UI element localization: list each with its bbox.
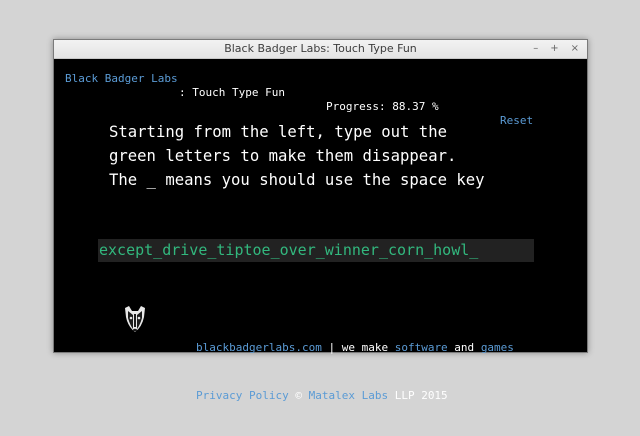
window-title: Black Badger Labs: Touch Type Fun (224, 42, 417, 55)
company-link[interactable]: Matalex Labs (309, 389, 388, 402)
footer: blackbadgerlabs.com | we make software a… (196, 308, 514, 436)
close-button[interactable]: × (571, 40, 579, 58)
instruction-line: The _ means you should use the space key (109, 171, 485, 189)
instructions: Starting from the left, type out the gre… (109, 120, 539, 192)
instruction-line: green letters to make them disappear. (109, 147, 457, 165)
privacy-policy-link[interactable]: Privacy Policy (196, 389, 289, 402)
window-controls: – + × (533, 40, 579, 58)
site-link[interactable]: blackbadgerlabs.com (196, 341, 322, 354)
maximize-button[interactable]: + (550, 40, 558, 58)
and-text: and (447, 341, 481, 354)
progress-readout: Progress: 88.37 % (326, 100, 439, 113)
instruction-line: Starting from the left, type out the (109, 123, 447, 141)
footer-line-2: Privacy Policy © Matalex Labs LLP 2015 (196, 388, 514, 404)
top-bar: Black Badger Labs : Touch Type Fun Progr… (54, 58, 587, 127)
footer-line-1: blackbadgerlabs.com | we make software a… (196, 340, 514, 356)
tagline-text: | we make (321, 341, 395, 354)
app-name: : Touch Type Fun (179, 86, 285, 99)
copyright-symbol: © (288, 389, 309, 402)
typing-area[interactable]: except_drive_tiptoe_over_winner_corn_how… (98, 239, 534, 262)
badger-logo-icon (125, 306, 145, 332)
company-suffix: LLP 2015 (388, 389, 448, 402)
window-titlebar[interactable]: Black Badger Labs: Touch Type Fun – + × (54, 40, 587, 59)
software-link[interactable]: software (395, 341, 448, 354)
brand-link[interactable]: Black Badger Labs (65, 72, 178, 86)
games-link[interactable]: games (481, 341, 514, 354)
target-letters: except_drive_tiptoe_over_winner_corn_how… (99, 241, 479, 259)
minimize-button[interactable]: – (533, 40, 538, 58)
app-window: Black Badger Labs: Touch Type Fun – + × … (53, 39, 588, 402)
